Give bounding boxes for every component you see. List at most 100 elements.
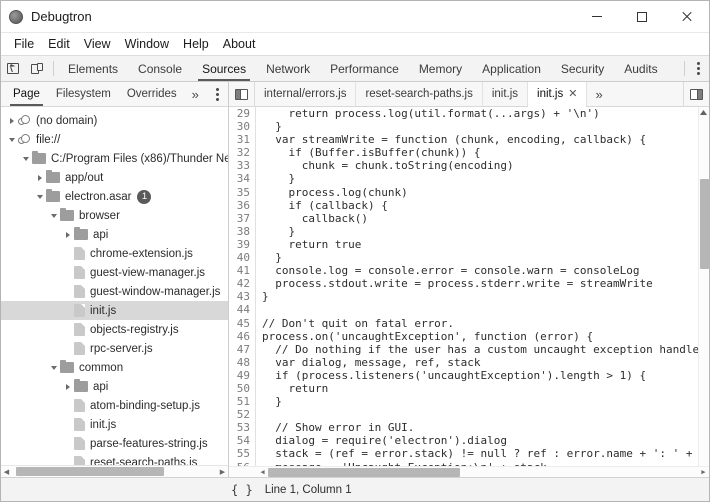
line-number[interactable]: 35	[229, 185, 256, 199]
code-line[interactable]: 47 // Do nothing if the user has a custo…	[229, 342, 698, 356]
line-number[interactable]: 38	[229, 224, 256, 238]
tree-item[interactable]: reset-search-paths.js	[1, 453, 228, 465]
tab-memory[interactable]: Memory	[409, 56, 472, 81]
line-number[interactable]: 53	[229, 421, 256, 435]
tree-item[interactable]: guest-view-manager.js	[1, 263, 228, 282]
code-line[interactable]: 50 return	[229, 381, 698, 396]
tree-item[interactable]: browser	[1, 206, 228, 225]
tree-item[interactable]: (no domain)	[1, 111, 228, 130]
minimize-button[interactable]	[574, 1, 619, 33]
tab-sources[interactable]: Sources	[192, 56, 256, 81]
tree-item[interactable]: C:/Program Files (x86)/Thunder Network/	[1, 149, 228, 168]
scroll-right-icon[interactable]: ▶	[698, 468, 709, 476]
chevron-down-icon[interactable]	[47, 213, 60, 218]
code-line[interactable]: 41 console.log = console.error = console…	[229, 264, 698, 278]
editor-tab-internal-errors[interactable]: internal/errors.js	[255, 82, 357, 106]
code-line[interactable]: 51 }	[229, 395, 698, 409]
chevron-right-icon[interactable]	[5, 117, 18, 124]
code-line[interactable]: 42 process.stdout.write = process.stderr…	[229, 277, 698, 291]
tab-console[interactable]: Console	[128, 56, 192, 81]
code-line[interactable]: 43}	[229, 290, 698, 304]
code-line[interactable]: 48 var dialog, message, ref, stack	[229, 355, 698, 369]
tree-item[interactable]: app/out	[1, 168, 228, 187]
tree-item[interactable]: init.js	[1, 301, 228, 320]
code-line[interactable]: 40 }	[229, 251, 698, 265]
code-lines[interactable]: 29 return process.log(util.format(...arg…	[229, 107, 698, 466]
code-line[interactable]: 55 stack = (ref = error.stack) != null ?…	[229, 447, 698, 461]
navigator-scroll-track[interactable]	[12, 467, 217, 476]
tree-item[interactable]: init.js	[1, 415, 228, 434]
navigator-horizontal-scrollbar[interactable]: ◀ ▶	[1, 465, 228, 477]
chevron-double-right-icon[interactable]: »	[587, 82, 610, 106]
scroll-left-icon[interactable]: ◀	[1, 468, 12, 476]
line-number[interactable]: 34	[229, 172, 256, 186]
chevron-down-icon[interactable]	[19, 156, 32, 161]
line-number[interactable]: 48	[229, 355, 256, 369]
line-number[interactable]: 43	[229, 290, 256, 304]
chevron-right-icon[interactable]	[33, 174, 46, 181]
tab-audits[interactable]: Audits	[614, 56, 667, 81]
line-number[interactable]: 30	[229, 120, 256, 134]
tree-item[interactable]: objects-registry.js	[1, 320, 228, 339]
line-number[interactable]: 52	[229, 408, 256, 422]
menu-item-about[interactable]: About	[216, 35, 263, 53]
editor-tab-init-common[interactable]: init.js	[483, 82, 529, 106]
menu-item-file[interactable]: File	[7, 35, 41, 53]
code-line[interactable]: 34 }	[229, 172, 698, 186]
line-number[interactable]: 33	[229, 159, 256, 173]
menu-item-window[interactable]: Window	[118, 35, 176, 53]
line-number[interactable]: 51	[229, 395, 256, 409]
line-number[interactable]: 46	[229, 329, 256, 343]
line-number[interactable]: 32	[229, 146, 256, 160]
navigator-tab-page[interactable]: Page	[5, 82, 48, 106]
editor-scroll-thumb[interactable]	[268, 467, 460, 477]
code-line[interactable]: 53 // Show error in GUI.	[229, 421, 698, 435]
line-number[interactable]: 44	[229, 303, 256, 317]
code-line[interactable]: 32 if (Buffer.isBuffer(chunk)) {	[229, 146, 698, 160]
devtools-main-menu-button[interactable]	[687, 56, 709, 81]
line-number[interactable]: 47	[229, 342, 256, 356]
toggle-navigator-button-right[interactable]	[683, 82, 709, 106]
tab-application[interactable]: Application	[472, 56, 551, 81]
pretty-print-button[interactable]: { }	[231, 483, 253, 497]
file-tree[interactable]: (no domain) file:// C:/Program Files (x86)…	[1, 107, 228, 465]
tree-item[interactable]: api	[1, 225, 228, 244]
chevron-down-icon[interactable]	[5, 137, 18, 142]
line-number[interactable]: 49	[229, 368, 256, 382]
maximize-button[interactable]	[619, 1, 664, 33]
editor-tab-reset-search-paths[interactable]: reset-search-paths.js	[356, 82, 483, 106]
inspect-element-button[interactable]	[1, 56, 25, 81]
line-number[interactable]: 42	[229, 277, 256, 291]
code-line[interactable]: 49 if (process.listeners('uncaughtExcept…	[229, 368, 698, 382]
close-icon[interactable]: ✕	[568, 88, 577, 100]
chevron-right-icon[interactable]	[61, 383, 74, 390]
code-line[interactable]: 36 if (callback) {	[229, 198, 698, 212]
code-line[interactable]: 45 // Don't quit on fatal error.	[229, 316, 698, 330]
code-line[interactable]: 39 return true	[229, 237, 698, 252]
code-line[interactable]: 33 chunk = chunk.toString(encoding)	[229, 159, 698, 173]
tab-elements[interactable]: Elements	[58, 56, 128, 81]
menu-item-help[interactable]: Help	[176, 35, 216, 53]
tab-security[interactable]: Security	[551, 56, 614, 81]
navigator-scroll-thumb[interactable]	[16, 467, 164, 476]
code-editor[interactable]: 29 return process.log(util.format(...arg…	[229, 107, 709, 477]
code-line[interactable]: 31 var streamWrite = function (chunk, en…	[229, 133, 698, 147]
code-line[interactable]: 44	[229, 303, 698, 317]
code-line[interactable]: 37 callback()	[229, 211, 698, 225]
menu-item-view[interactable]: View	[77, 35, 118, 53]
line-number[interactable]: 55	[229, 447, 256, 461]
tree-item[interactable]: electron.asar 1	[1, 187, 228, 206]
line-number[interactable]: 29	[229, 107, 256, 121]
navigator-menu-button[interactable]	[206, 82, 228, 106]
line-number[interactable]: 45	[229, 316, 256, 330]
code-line[interactable]: 38 }	[229, 224, 698, 238]
tree-item[interactable]: common	[1, 358, 228, 377]
chevron-right-icon[interactable]	[61, 231, 74, 238]
tree-item[interactable]: api	[1, 377, 228, 396]
chevron-double-right-icon[interactable]: »	[185, 82, 206, 106]
line-number[interactable]: 40	[229, 251, 256, 265]
editor-horizontal-scrollbar[interactable]: ◀ ▶	[229, 466, 709, 477]
code-line[interactable]: 54 dialog = require('electron').dialog	[229, 434, 698, 448]
line-number[interactable]: 50	[229, 381, 256, 396]
tree-item[interactable]: file://	[1, 130, 228, 149]
